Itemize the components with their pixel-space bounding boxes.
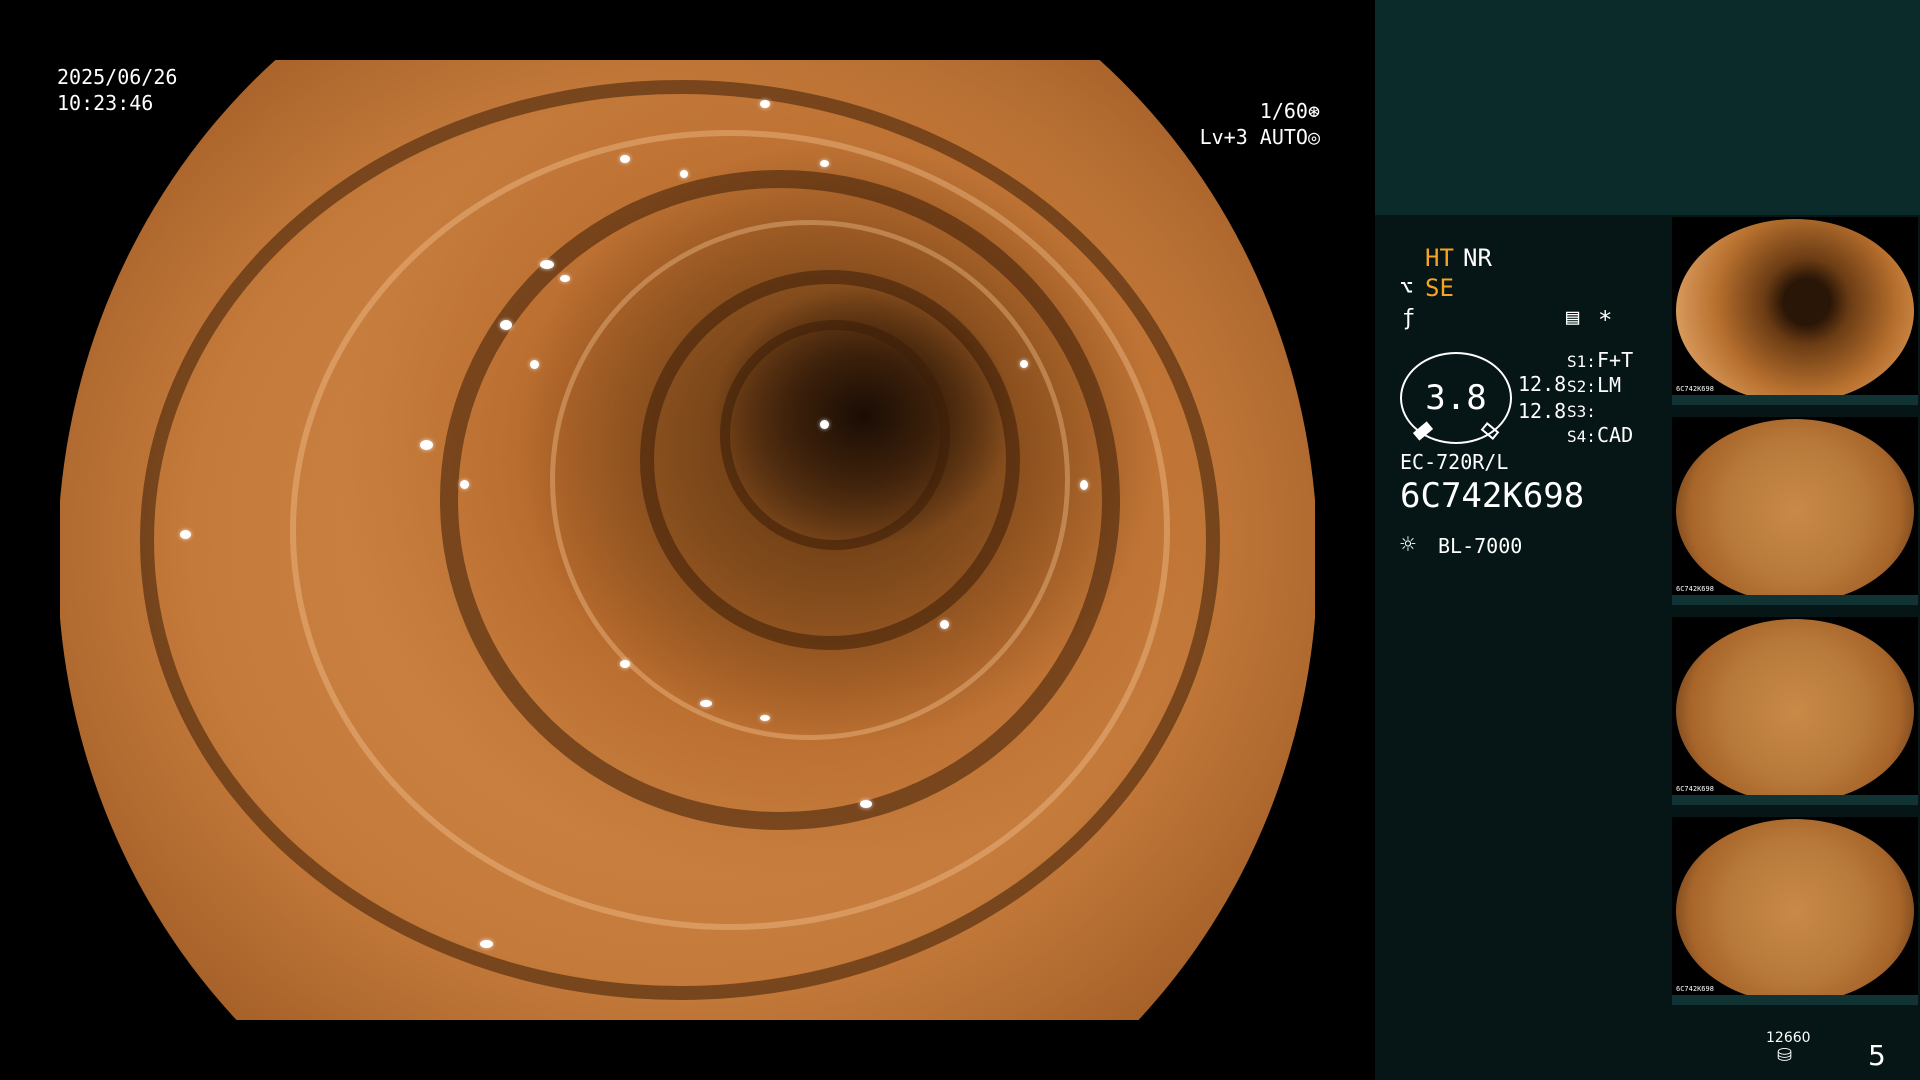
- specular-highlight: [760, 100, 770, 108]
- top-info-area: [1375, 0, 1920, 215]
- time-text: 10:23:46: [57, 91, 154, 115]
- capture-thumbnail[interactable]: 6C742K698: [1672, 417, 1918, 605]
- scope-model-text: EC-720R/L: [1400, 450, 1509, 474]
- shutter-speed-text: 1/60: [1259, 99, 1308, 123]
- se-indicator: SE: [1425, 274, 1454, 302]
- date-text: 2025/06/26: [57, 65, 178, 89]
- settings-panel: [1375, 215, 1670, 1080]
- zoom-dial: 3.8: [1400, 352, 1512, 444]
- s4-label: S4:: [1567, 427, 1596, 446]
- specular-highlight: [460, 480, 469, 489]
- s1-value: F+T: [1597, 348, 1634, 372]
- database-icon: ⛁: [1777, 1045, 1793, 1066]
- thumbnail-label: 6C742K698: [1676, 585, 1714, 593]
- specular-highlight: [180, 530, 191, 539]
- capture-thumbnail[interactable]: 6C742K698: [1672, 817, 1918, 1005]
- specular-highlight: [540, 260, 554, 269]
- thumbnail-label: 6C742K698: [1676, 985, 1714, 993]
- specular-highlight: [1020, 360, 1028, 368]
- light-source-text: BL-7000: [1438, 534, 1523, 558]
- value-1-text: 12.8: [1518, 372, 1567, 396]
- specular-highlight: [530, 360, 539, 369]
- nr-indicator: NR: [1463, 244, 1492, 272]
- capture-thumbnail[interactable]: 6C742K698: [1672, 617, 1918, 805]
- specular-highlight: [760, 715, 770, 721]
- thumbnail-label: 6C742K698: [1676, 385, 1714, 393]
- specular-highlight: [1080, 480, 1088, 490]
- capture-thumbnail[interactable]: 6C742K698: [1672, 217, 1918, 405]
- storage-count-text: 12660: [1766, 1030, 1811, 1046]
- thumbnail-bar: [1672, 995, 1918, 1005]
- asterisk-indicator: *: [1598, 306, 1613, 334]
- thumbnail-label: 6C742K698: [1676, 785, 1714, 793]
- brightness-level-text: Lv+3 AUTO: [1199, 125, 1308, 149]
- thumbnail-bar: [1672, 595, 1918, 605]
- specular-highlight: [560, 275, 570, 282]
- s2-value: LM: [1597, 373, 1622, 397]
- thumbnail-bar: [1672, 395, 1918, 405]
- iris-icon: ◎: [1307, 125, 1320, 149]
- s2-label: S2:: [1567, 377, 1596, 396]
- document-menu-icon: ▤: [1566, 305, 1580, 330]
- dial-value-text: 3.8: [1425, 378, 1487, 418]
- lamp-icon: ☼: [1400, 530, 1416, 560]
- specular-highlight: [500, 320, 512, 330]
- specular-highlight: [680, 170, 688, 178]
- endoscope-live-view: [60, 60, 1315, 1020]
- specular-highlight: [820, 160, 829, 167]
- aperture-icon: ⊛: [1307, 99, 1320, 123]
- thumbnail-image: [1676, 219, 1914, 403]
- color-mode-icon: ƒ: [1402, 306, 1416, 331]
- specular-highlight: [480, 940, 493, 948]
- scope-serial-text: 6C742K698: [1400, 476, 1585, 516]
- specular-highlight: [700, 700, 712, 707]
- specular-highlight: [860, 800, 872, 808]
- specular-highlight: [620, 155, 630, 163]
- s4-value: CAD: [1597, 423, 1634, 447]
- s1-label: S1:: [1567, 352, 1596, 371]
- thumbnail-bar: [1672, 795, 1918, 805]
- date-time-overlay: 2025/06/26 10:23:46: [57, 64, 177, 116]
- thumbnail-image: [1676, 419, 1914, 603]
- specular-highlight: [820, 420, 829, 429]
- specular-highlight: [620, 660, 630, 668]
- exposure-overlay: 1/60⊛ Lv+3 AUTO◎: [1190, 98, 1320, 150]
- value-2-text: 12.8: [1518, 399, 1567, 423]
- thumbnail-image: [1676, 819, 1914, 1003]
- thumbnail-image: [1676, 619, 1914, 803]
- fold-deep: [720, 320, 950, 550]
- structure-enhance-icon: ⌥: [1400, 276, 1414, 301]
- page-number-text: 5: [1868, 1039, 1886, 1072]
- specular-highlight: [420, 440, 433, 450]
- ht-indicator: HT: [1425, 244, 1454, 272]
- s3-label: S3:: [1567, 402, 1596, 421]
- specular-highlight: [940, 620, 949, 629]
